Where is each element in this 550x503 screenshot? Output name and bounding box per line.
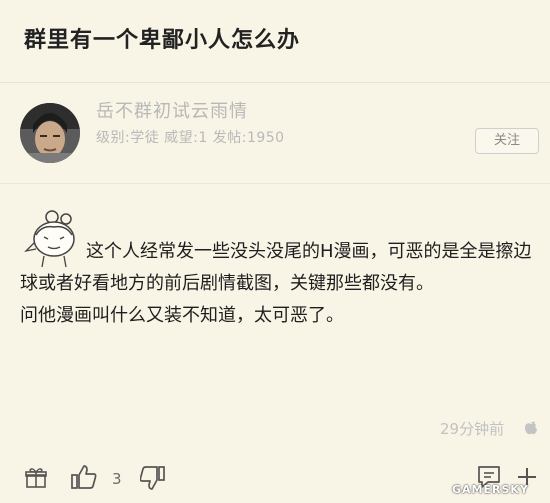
post-time: 29分钟前 (440, 420, 505, 438)
thumbs-up-icon[interactable] (70, 464, 98, 490)
watermark: GAMERSKY (452, 483, 529, 496)
avatar[interactable] (20, 103, 80, 163)
user-meta: 级别:学徒 威望:1 发帖:1950 (96, 130, 285, 146)
username[interactable]: 岳不群初试云雨情 (96, 97, 248, 123)
gift-icon[interactable] (24, 466, 48, 490)
post-paragraph-1: 这个人经常发一些没头没尾的H漫画，可恶的是全是擦边球或者好看地方的前后剧情截图，… (20, 241, 532, 294)
page-title: 群里有一个卑鄙小人怎么办 (24, 28, 301, 53)
thumbs-down-icon[interactable] (140, 465, 166, 491)
title-bar: 群里有一个卑鄙小人怎么办 (0, 0, 550, 83)
follow-button[interactable]: 关注 (475, 128, 539, 154)
post-paragraph-2: 问他漫画叫什么又装不知道，太可恶了。 (20, 305, 344, 326)
user-card: 岳不群初试云雨情 级别:学徒 威望:1 发帖:1950 关注 (0, 83, 550, 184)
avatar-image (20, 103, 80, 163)
post-body: 这个人经常发一些没头没尾的H漫画，可恶的是全是擦边球或者好看地方的前后剧情截图，… (20, 236, 540, 332)
like-count: 3 (112, 470, 122, 488)
apple-icon (525, 421, 537, 435)
